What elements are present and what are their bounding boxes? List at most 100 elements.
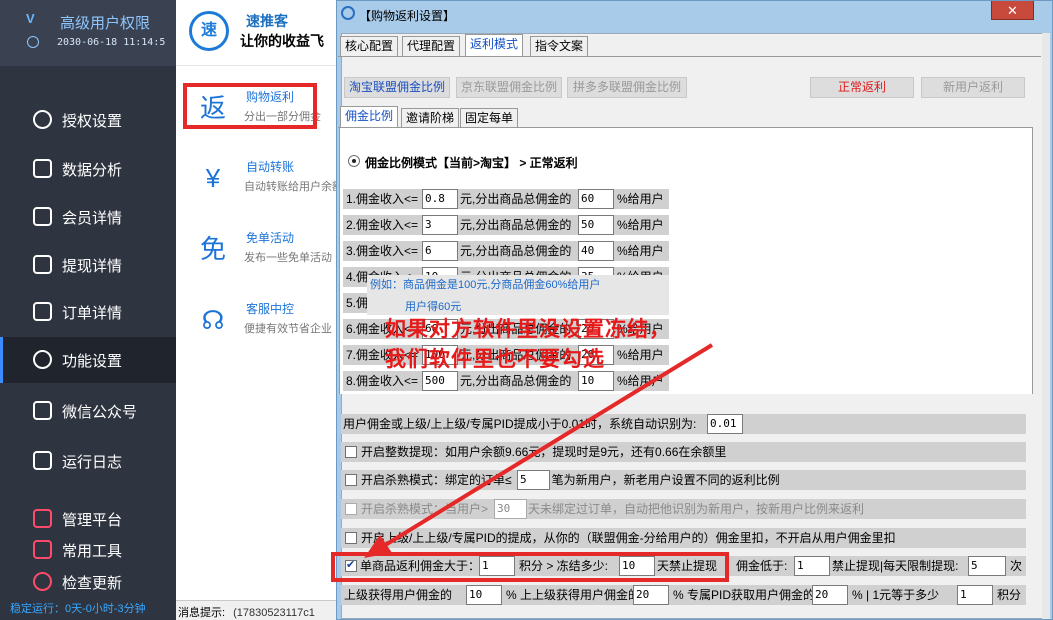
- datetime: 2030-06-18 11:14:5: [57, 37, 166, 48]
- tier-percent-input[interactable]: 40: [578, 241, 614, 261]
- integer-withdraw-checkbox[interactable]: [345, 446, 357, 458]
- wechat-icon: [33, 350, 52, 369]
- tier-mid-label: 元,分出商品总佣金的: [460, 218, 572, 232]
- share-label-d: % | 1元等于多少: [852, 588, 940, 602]
- sidebar-item-label: 功能设置: [62, 353, 123, 370]
- tier-percent-input[interactable]: 60: [578, 189, 614, 209]
- killing-mode-checkbox[interactable]: [345, 474, 357, 486]
- pid-threshold-row: 用户佣金或上级/上上级/专属PID提成小于0.01时，系统自动识别为:: [341, 414, 1026, 434]
- sidebar: V 高级用户权限 2030-06-18 11:14:5 授权设置 数据分析 会员…: [0, 0, 176, 620]
- tier-income-input[interactable]: 500: [422, 371, 458, 391]
- subtab-commission-ratio[interactable]: 佣金比例: [340, 106, 399, 128]
- pdd-ratio-button[interactable]: 拼多多联盟佣金比例: [567, 77, 687, 98]
- tier-percent-input[interactable]: 10: [578, 371, 614, 391]
- tier-income-input[interactable]: 6: [422, 241, 458, 261]
- yuan-to-points-input[interactable]: 1: [957, 585, 993, 605]
- tab-core-config[interactable]: 核心配置: [340, 36, 399, 56]
- daily-limit-input[interactable]: 5: [968, 556, 1006, 576]
- integer-withdraw-row: 开启整数提现：如用户余额9.66元，提现时是9元，还有0.66在余额里: [341, 442, 1026, 462]
- killing-days-input[interactable]: 30: [494, 499, 527, 519]
- feature-auto-transfer[interactable]: ¥ 自动转账 自动转账给用户余额: [188, 156, 338, 206]
- tier-prefix: 1.佣金收入<=: [346, 192, 419, 206]
- sidebar-item-orders[interactable]: 订单详情: [0, 289, 176, 335]
- pid-threshold-label: 用户佣金或上级/上上级/专属PID提成小于0.01时，系统自动识别为:: [343, 417, 697, 431]
- tier-suffix: %给用户: [617, 218, 664, 232]
- tier-prefix: 2.佣金收入<=: [346, 218, 419, 232]
- killing-days-checkbox[interactable]: [345, 503, 357, 515]
- sidebar-item-logs[interactable]: 运行日志: [0, 438, 176, 484]
- message-label: 消息提示:: [178, 607, 226, 619]
- sidebar-item-auth[interactable]: 授权设置: [0, 97, 176, 143]
- chart-icon: [33, 159, 52, 178]
- app-header: V 高级用户权限 2030-06-18 11:14:5: [0, 0, 176, 66]
- yen-transfer-icon: ¥: [205, 163, 221, 193]
- message-text: (17830523117c1: [233, 607, 315, 619]
- feature-name: 客服中控: [246, 302, 295, 316]
- pid-threshold-input[interactable]: 0.01: [707, 414, 743, 434]
- speaker-icon: [33, 451, 52, 470]
- killing-days-label-a: 开启杀熟模式：当用户>: [361, 502, 489, 516]
- brand-logo-icon: 速: [189, 11, 229, 51]
- app-icon: [341, 6, 355, 20]
- subtab-invite-ladder[interactable]: 邀请阶梯: [401, 108, 460, 128]
- killing-mode-label-a: 开启杀熟模式：绑定的订单≤: [361, 473, 512, 487]
- close-button[interactable]: ✕: [991, 1, 1034, 20]
- feature-panel: 速 速推客 让你的收益飞 返 购物返利 分出一部分佣金 ¥ 自动转账 自动转账给…: [176, 0, 336, 620]
- tab-rebate-mode[interactable]: 返利模式: [465, 34, 524, 56]
- sidebar-item-members[interactable]: 会员详情: [0, 194, 176, 240]
- freeze-label-f: 次: [1010, 559, 1023, 573]
- jd-ratio-button[interactable]: 京东联盟佣金比例: [456, 77, 562, 98]
- dialog-title: 【购物返利设置】: [359, 9, 456, 23]
- killing-mode-orders-input[interactable]: 5: [517, 470, 550, 490]
- sidebar-item-label: 会员详情: [62, 210, 123, 227]
- tier-suffix: %给用户: [617, 244, 664, 258]
- normal-rebate-button[interactable]: 正常返利: [810, 77, 914, 98]
- tier-prefix: 8.佣金收入<=: [346, 374, 419, 388]
- feature-free-order[interactable]: 免 免单活动 发布一些免单活动: [188, 227, 338, 277]
- headset-icon: ☊: [201, 305, 225, 335]
- scrollbar[interactable]: [1042, 33, 1050, 619]
- mode-radio[interactable]: [348, 155, 360, 167]
- tier-income-input[interactable]: 0.8: [422, 189, 458, 209]
- taobao-ratio-button[interactable]: 淘宝联盟佣金比例: [344, 77, 450, 98]
- sidebar-item-update[interactable]: 检查更新: [0, 559, 176, 605]
- parent-share-input[interactable]: 10: [466, 585, 502, 605]
- tier-percent-input[interactable]: 50: [578, 215, 614, 235]
- free-icon: 免: [199, 234, 226, 264]
- tab-command-text[interactable]: 指令文案: [530, 36, 589, 56]
- sidebar-item-label: 运行日志: [62, 454, 123, 471]
- search-doc-icon: [33, 255, 52, 274]
- new-user-rebate-button[interactable]: 新用户返利: [921, 77, 1025, 98]
- feature-name: 免单活动: [246, 231, 295, 245]
- killing-mode-row: 开启杀熟模式：绑定的订单≤ 笔为新用户，新老用户设置不同的返利比例: [341, 470, 1026, 490]
- toolbox-icon: [33, 509, 52, 528]
- sidebar-item-label: 常用工具: [62, 543, 123, 560]
- pid-commission-checkbox[interactable]: [345, 532, 357, 544]
- sidebar-item-label: 授权设置: [62, 113, 123, 130]
- clock-icon: [27, 36, 39, 48]
- killing-days-label-b: 天未绑定过订单，自动把他识别为新用户，按新用户比例来返利: [528, 502, 865, 516]
- example-line-2: 用户得60元: [405, 301, 462, 313]
- grandparent-share-input[interactable]: 20: [633, 585, 669, 605]
- subtab-fixed-per-order[interactable]: 固定每单: [460, 108, 519, 128]
- tier-income-input[interactable]: 3: [422, 215, 458, 235]
- sidebar-item-wechat-official[interactable]: 微信公众号: [0, 388, 176, 434]
- sidebar-item-analytics[interactable]: 数据分析: [0, 146, 176, 192]
- annotation-line-1: 如果对方软件里没设置冻结，: [385, 318, 671, 341]
- sidebar-item-withdrawals[interactable]: 提现详情: [0, 242, 176, 288]
- tab-agent-config[interactable]: 代理配置: [402, 36, 461, 56]
- min-commission-input[interactable]: 1: [794, 556, 830, 576]
- sidebar-item-label: 微信公众号: [62, 404, 138, 421]
- pid-share-input[interactable]: 20: [812, 585, 848, 605]
- tab-divider: [338, 56, 1041, 57]
- external-link-icon: [33, 207, 52, 226]
- mode-label: 佣金比例模式【当前>淘宝】 > 正常返利: [365, 156, 578, 170]
- killing-mode-label-b: 笔为新用户，新老用户设置不同的返利比例: [551, 473, 780, 487]
- share-label-e: 积分: [997, 588, 1022, 602]
- tier-suffix: %给用户: [617, 374, 664, 388]
- sidebar-item-features[interactable]: 功能设置: [0, 337, 176, 383]
- feature-desc: 自动转账给用户余额: [244, 181, 336, 193]
- app-title: 高级用户权限: [60, 15, 151, 32]
- tier-mid-label: 元,分出商品总佣金的: [460, 374, 572, 388]
- feature-customer-service[interactable]: ☊ 客服中控 便捷有效节省企业: [188, 298, 338, 348]
